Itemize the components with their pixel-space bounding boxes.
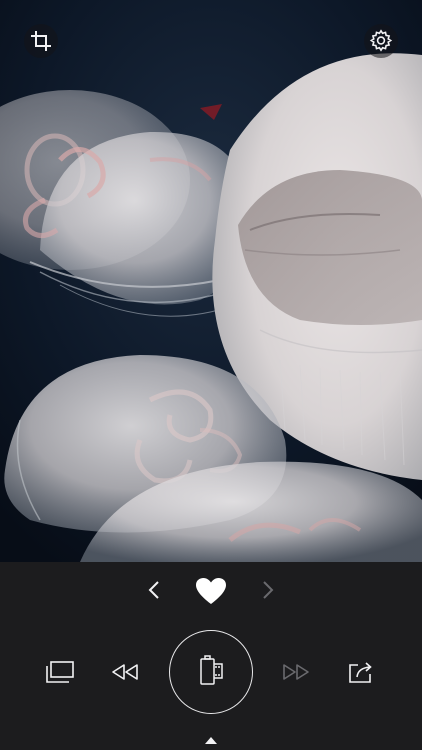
- heart-filled-icon: [195, 577, 227, 609]
- capture-button[interactable]: [169, 630, 253, 714]
- gear-icon: [369, 29, 393, 53]
- previous-photo-button[interactable]: [138, 576, 170, 608]
- film-canister-icon: [199, 655, 223, 689]
- control-panel: [0, 562, 422, 750]
- favorite-button[interactable]: [191, 573, 231, 613]
- stacked-photos-icon: [46, 661, 74, 687]
- rewind-icon: [111, 663, 139, 685]
- triangle-up-icon: [201, 733, 221, 750]
- photo-preview[interactable]: [0, 0, 422, 562]
- navigation-row: [0, 562, 422, 622]
- next-photo-button[interactable]: [252, 576, 284, 608]
- chevron-right-icon: [261, 580, 275, 604]
- jellyfish-photo: [0, 0, 422, 562]
- toolbar: [0, 624, 422, 724]
- fast-forward-button[interactable]: [278, 656, 314, 692]
- chevron-left-icon: [147, 580, 161, 604]
- crop-button[interactable]: [24, 24, 58, 58]
- drawer-toggle[interactable]: [201, 732, 221, 748]
- share-button[interactable]: [344, 656, 380, 692]
- rewind-button[interactable]: [107, 656, 143, 692]
- share-icon: [348, 660, 376, 688]
- crop-icon: [30, 30, 52, 52]
- fast-forward-icon: [282, 663, 310, 685]
- photo-viewer-screen: [0, 0, 422, 750]
- settings-button[interactable]: [364, 24, 398, 58]
- gallery-button[interactable]: [42, 656, 78, 692]
